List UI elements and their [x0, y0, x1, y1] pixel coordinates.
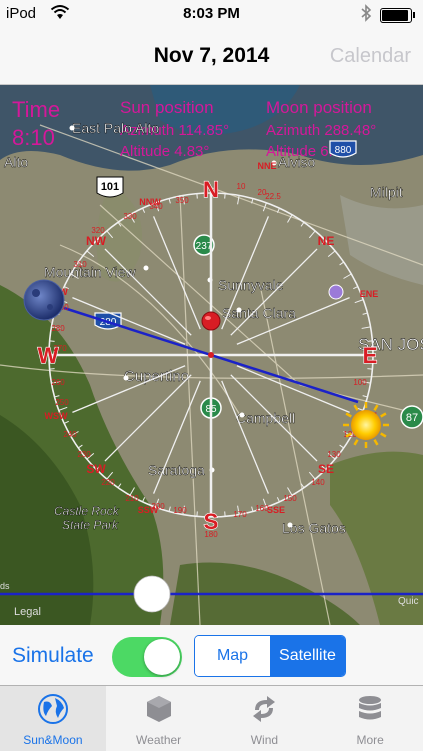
tab-sun-moon[interactable]: Sun&Moon [0, 686, 106, 751]
degree-190: 190 [173, 506, 187, 515]
degree-140: 140 [311, 478, 325, 487]
degree-10: 10 [237, 182, 246, 191]
slider-left-label: ds [0, 581, 10, 591]
time-slider-thumb[interactable] [134, 576, 170, 612]
place-east-palo-alto: East Palo Alto [72, 120, 159, 136]
legal-link[interactable]: Legal [14, 606, 41, 618]
degree-210: 210 [125, 494, 139, 503]
place-campbell: Campbell [236, 410, 295, 426]
degree-270: 270 [53, 344, 67, 353]
degree-130: 130 [327, 450, 341, 459]
map-type-segmented-control[interactable]: Map Satellite [194, 635, 346, 677]
direction-ene: ENE [360, 289, 379, 299]
time-value: 8:10 [12, 125, 55, 150]
degree-220: 220 [101, 478, 115, 487]
moon-azimuth: Azimuth 288.48° [266, 122, 376, 139]
globe-icon [36, 692, 70, 726]
tab-label-wind: Wind [212, 733, 318, 747]
status-bar: iPod 8:03 PM [0, 0, 423, 28]
tab-label-weather: Weather [106, 733, 212, 747]
calendar-button[interactable]: Calendar [330, 45, 411, 68]
tab-wind[interactable]: Wind [212, 686, 318, 751]
navigation-bar: Nov 7, 2014 Calendar [0, 28, 423, 85]
place-state-park: State Park [62, 518, 119, 532]
direction-wsw: WSW [45, 411, 68, 421]
shield-880: 880 [335, 145, 352, 156]
place-cupertino: Cupertino [124, 368, 189, 385]
direction-nw: NW [86, 234, 107, 248]
time-label: Time [12, 97, 60, 122]
battery-icon [380, 8, 412, 23]
direction-sse: SSE [267, 505, 285, 515]
location-pin-icon [202, 312, 220, 330]
direction-nne: NNE [257, 161, 276, 171]
degree-100: 100 [353, 378, 367, 387]
cube-icon [142, 692, 176, 726]
degree-230: 230 [77, 450, 91, 459]
place-los-gatos: Los Gatos [282, 520, 346, 536]
slider-right-label: Quic [398, 596, 419, 607]
degree-240: 240 [63, 430, 77, 439]
moon-position-title: Moon position [266, 98, 372, 117]
arrows-icon [247, 692, 281, 726]
direction-sw: SW [86, 462, 106, 476]
shield-101: 101 [101, 181, 119, 193]
simulate-toggle[interactable] [112, 637, 182, 677]
degree-150: 150 [283, 494, 297, 503]
tab-label-sun-moon: Sun&Moon [0, 733, 106, 747]
shield-87: 87 [406, 412, 418, 424]
degree-200: 200 [151, 502, 165, 511]
direction-ne: NE [318, 234, 335, 248]
tab-label-more: More [317, 733, 423, 747]
moon-marker-icon [329, 285, 343, 299]
satellite-map[interactable]: Time 8:10 Sun position Azimuth 114.85° A… [0, 85, 423, 625]
place-castle-rock: Castle Rock [54, 504, 120, 518]
tab-weather[interactable]: Weather [106, 686, 212, 751]
degree-170: 170 [233, 510, 247, 519]
tab-more[interactable]: More [317, 686, 423, 751]
degree-310: 310 [73, 260, 87, 269]
degree-250: 250 [55, 398, 69, 407]
sun-position-title: Sun position [120, 98, 214, 117]
degree-350: 350 [175, 196, 189, 205]
segment-map[interactable]: Map [195, 636, 270, 676]
degree-260: 260 [51, 378, 65, 387]
tab-bar: Sun&Moon Weather Wind More [0, 685, 423, 751]
place-saratoga: Saratoga [148, 462, 205, 478]
place-alviso: Alviso [278, 154, 316, 170]
place-alto: Alto [4, 154, 28, 170]
segment-satellite[interactable]: Satellite [270, 636, 345, 676]
degree-320: 320 [91, 226, 105, 235]
degree-280: 280 [51, 324, 65, 333]
simulate-label: Simulate [12, 644, 94, 668]
degree-330: 330 [123, 212, 137, 221]
place-milpitas: Milpit [370, 184, 403, 200]
degree-340: 340 [149, 202, 163, 211]
moon-icon [24, 280, 64, 320]
place-sunnyvale: Sunnyvale [218, 277, 284, 293]
cardinal-north: N [203, 177, 219, 202]
degree-180: 180 [204, 530, 218, 539]
bluetooth-icon [360, 4, 372, 22]
degree-22: 22.5 [265, 192, 281, 201]
controls-bar: Simulate Map Satellite [0, 625, 423, 685]
degree-160: 160 [255, 504, 269, 513]
database-icon [353, 692, 387, 726]
cardinal-east: E [363, 343, 378, 368]
sun-altitude: Altitude 4.83° [120, 143, 209, 160]
direction-se: SE [318, 462, 334, 476]
